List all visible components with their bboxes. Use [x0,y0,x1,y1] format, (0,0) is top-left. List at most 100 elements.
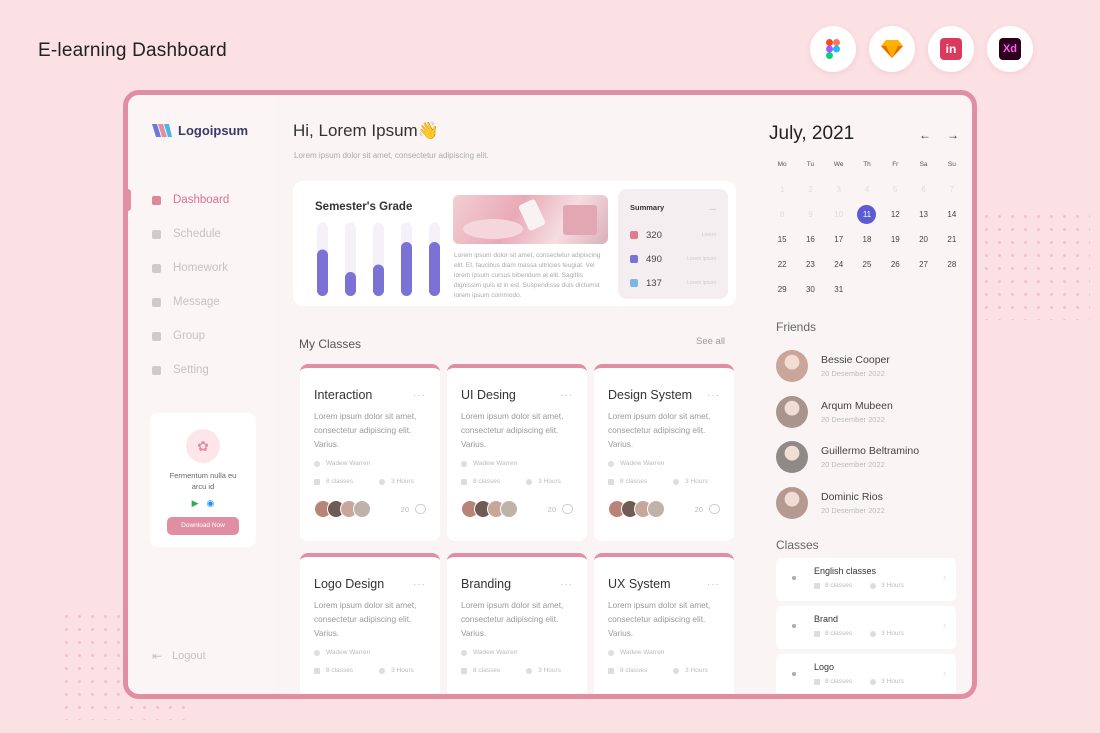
book-icon [814,582,820,589]
calendar-day[interactable]: 3 [825,180,853,200]
class-count: 8 classes [620,478,648,486]
weekday-label: Sa [919,161,928,168]
calendar-day[interactable]: 20 [909,230,937,250]
friend-item[interactable]: Arqum Mubeen 20 Desember 2022 [776,395,893,428]
calendar-day[interactable]: 25 [853,255,881,275]
day-number: 21 [947,235,957,244]
more-icon[interactable]: ... [710,203,716,212]
user-icon [608,460,614,467]
bullet-icon [792,672,796,676]
calendar-day[interactable]: 2 [796,180,824,200]
more-icon[interactable]: ··· [413,579,426,590]
calendar-day[interactable]: 23 [796,255,824,275]
sidebar-item-label: Setting [173,364,209,376]
sidebar-item-schedule[interactable]: Schedule [128,217,278,251]
calendar-day[interactable]: 26 [881,255,909,275]
book-icon [314,667,320,674]
prev-month-button[interactable]: ← [919,128,931,142]
more-icon[interactable]: ··· [707,579,720,590]
calendar-day[interactable]: 16 [796,230,824,250]
calendar-day[interactable]: 13 [909,205,937,225]
sidebar-item-homework[interactable]: Homework [128,251,278,285]
logout-button[interactable]: ⇤ Logout [152,649,206,663]
calendar-day[interactable]: 21 [938,230,966,250]
sidebar-item-setting[interactable]: Setting [128,353,278,387]
calendar-day[interactable]: 14 [938,205,966,225]
class-card[interactable]: Branding ··· Lorem ipsum dolor sit amet, c… [447,553,587,694]
more-icon[interactable]: ··· [413,390,426,401]
sidebar-item-group[interactable]: Group [128,319,278,353]
calendar-day[interactable]: 24 [825,255,853,275]
summary-label: Lorem [701,232,716,238]
class-card[interactable]: Design System ··· Lorem ipsum dolor sit am… [594,364,734,541]
see-all-link[interactable]: See all [696,336,725,347]
calendar-day[interactable]: 6 [909,180,937,200]
calendar-day[interactable]: 4 [853,180,881,200]
chat-icon[interactable] [562,504,573,515]
calendar-day[interactable]: 30 [796,280,824,300]
calendar-day[interactable]: 31 [825,280,853,300]
sidebar-item-label: Schedule [173,228,221,240]
calendar-day[interactable]: 12 [881,205,909,225]
calendar-day[interactable]: 15 [768,230,796,250]
friend-item[interactable]: Dominic Rios 20 Desember 2022 [776,486,885,519]
calendar-day[interactable]: 1 [768,180,796,200]
calendar-day[interactable]: 28 [938,255,966,275]
calendar-day[interactable]: 22 [768,255,796,275]
class-list-item[interactable]: Brand 8 classes 3 Hours › [776,606,956,649]
flower-icon: ✿ [186,429,220,463]
class-name: Logo [814,662,835,672]
class-card[interactable]: UI Desing ··· Lorem ipsum dolor sit amet, … [447,364,587,541]
more-icon[interactable]: ··· [560,579,573,590]
user-icon [461,460,467,467]
tool-icons: in Xd [810,26,1033,72]
chat-icon[interactable] [415,504,426,515]
adobe-xd-icon: Xd [987,26,1033,72]
logo-icon [152,124,172,137]
calendar-day[interactable]: 8 [768,205,796,225]
logo[interactable]: Logoipsum [152,123,248,138]
day-number: 15 [777,235,787,244]
calendar-day[interactable]: 10 [825,205,853,225]
sidebar-item-label: Group [173,330,205,342]
class-card[interactable]: Logo Design ··· Lorem ipsum dolor sit amet… [300,553,440,694]
chat-icon[interactable] [709,504,720,515]
day-number: 19 [890,235,900,244]
grade-bar [401,242,412,296]
invision-icon: in [928,26,974,72]
class-card[interactable]: UX System ··· Lorem ipsum dolor sit amet, … [594,553,734,694]
logout-label: Logout [172,650,206,662]
app-store-icon[interactable]: ◉ [207,498,215,509]
class-title: UX System [608,577,671,591]
summary-value: 490 [646,253,662,265]
friend-item[interactable]: Guillermo Beltramino 20 Desember 2022 [776,441,919,473]
calendar-day[interactable]: 17 [825,230,853,250]
calendar-day[interactable]: 18 [853,230,881,250]
class-name: English classes [814,566,877,576]
more-icon[interactable]: ··· [707,390,720,401]
gear-icon [152,365,161,375]
class-list-item[interactable]: Logo 8 classes 3 Hours › [776,654,956,694]
class-hours: 3 Hours [538,667,561,675]
sidebar-item-dashboard[interactable]: Dashboard [128,183,278,217]
friend-item[interactable]: Bessie Cooper 20 Desember 2022 [776,350,890,382]
class-card[interactable]: Interaction ··· Lorem ipsum dolor sit amet… [300,364,440,541]
google-play-icon[interactable]: ▶ [192,498,199,509]
calendar-day[interactable]: 19 [881,230,909,250]
calendar-day[interactable]: 5 [881,180,909,200]
calendar-day[interactable]: 29 [768,280,796,300]
calendar-day[interactable]: 7 [938,180,966,200]
calendar-day[interactable]: 27 [909,255,937,275]
class-count: 8 classes [825,678,853,685]
more-icon[interactable]: ··· [560,390,573,401]
class-list-item[interactable]: English classes 8 classes 3 Hours › [776,558,956,601]
calendar-day-selected[interactable]: 11 [853,205,881,225]
sidebar-item-message[interactable]: Message [128,285,278,319]
grade-bar [373,264,384,296]
avatar [500,500,518,519]
download-button[interactable]: Download Now [167,517,239,535]
calendar-day[interactable]: 9 [796,205,824,225]
class-title: UI Desing [461,388,516,402]
book-icon [630,255,638,263]
next-month-button[interactable]: → [947,128,959,142]
